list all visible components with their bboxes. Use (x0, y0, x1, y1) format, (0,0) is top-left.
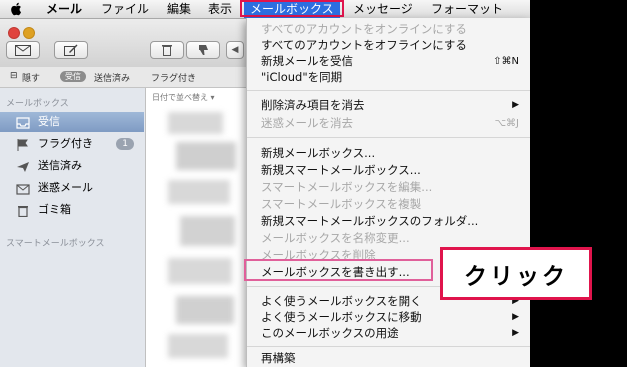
sidebar: メールボックス 受信 フラグ付き 1 送信済み 迷惑メール ゴミ箱 スマートメー… (0, 88, 146, 367)
flag-icon (16, 138, 30, 151)
sidebar-item-sent[interactable]: 送信済み (0, 156, 144, 176)
blurred-message-preview (176, 296, 234, 324)
sidebar-section-smart-mailboxes: スマートメールボックス (6, 239, 105, 249)
sidebar-item-flagged[interactable]: フラグ付き 1 (0, 134, 144, 154)
junk-button[interactable] (186, 41, 220, 59)
shortcut-label: ⌥⌘J (494, 118, 519, 129)
menu-item-accounts-online[interactable]: すべてのアカウントをオンラインにする (247, 22, 530, 37)
sidebar-item-label: ゴミ箱 (38, 203, 71, 216)
submenu-arrow-icon: ▶ (512, 100, 519, 110)
menu-bar: メール ファイル 編集 表示 メールボックス メッセージ フォーマット (0, 0, 530, 19)
menu-item-edit-smart-mailbox[interactable]: スマートメールボックスを編集... (247, 180, 530, 195)
sidebar-item-junk[interactable]: 迷惑メール (0, 178, 144, 198)
menu-item-erase-deleted[interactable]: 削除済み項目を消去 ▶ (247, 98, 530, 113)
blurred-message-preview (168, 334, 228, 358)
sidebar-item-inbox[interactable]: 受信 (0, 112, 144, 132)
submenu-arrow-icon: ▶ (512, 328, 519, 338)
menu-item-new-mailbox[interactable]: 新規メールボックス... (247, 146, 530, 161)
trash-icon (162, 45, 172, 56)
sidebar-item-trash[interactable]: ゴミ箱 (0, 200, 144, 220)
menu-item-use-this-mailbox-for[interactable]: このメールボックスの用途 ▶ (247, 326, 530, 341)
menu-separator (247, 346, 530, 347)
close-window-button[interactable] (8, 27, 20, 39)
sent-icon (16, 160, 30, 172)
shortcut-label: ⇧⌘N (493, 56, 519, 67)
blurred-message-preview (168, 258, 232, 284)
favorites-flagged[interactable]: フラグ付き (151, 71, 196, 84)
menu-item-sync-icloud[interactable]: "iCloud"を同期 (247, 70, 530, 85)
menu-item-new-smart-mailbox[interactable]: 新規スマートメールボックス... (247, 163, 530, 178)
blurred-message-preview (168, 112, 223, 134)
message-list[interactable]: 日付で並べ替え ▾ (146, 88, 246, 367)
sidebar-section-mailboxes: メールボックス (6, 99, 69, 109)
menu-item-duplicate-smart-mailbox[interactable]: スマートメールボックスを複製 (247, 197, 530, 212)
junk-icon (16, 182, 30, 195)
compose-icon (64, 44, 78, 56)
minimize-window-button[interactable] (23, 27, 35, 39)
blurred-message-preview (168, 180, 230, 204)
inbox-icon (16, 116, 30, 129)
menu-separator (247, 137, 530, 138)
favorites-inbox[interactable]: 受信 (60, 71, 86, 82)
menu-view[interactable]: 表示 (208, 0, 232, 18)
menu-item-rebuild[interactable]: 再構築 (247, 351, 530, 366)
apple-menu-icon[interactable] (10, 0, 24, 18)
menu-item-move-to-favorite-mailbox[interactable]: よく使うメールボックスに移動 ▶ (247, 310, 530, 325)
sort-by-date-label[interactable]: 日付で並べ替え ▾ (152, 92, 215, 103)
menu-item-rename-mailbox[interactable]: メールボックスを名称変更... (247, 231, 530, 246)
click-callout: クリック (440, 247, 592, 300)
sidebar-item-label: フラグ付き (38, 137, 93, 150)
delete-button[interactable] (150, 41, 184, 59)
unread-count-badge: 1 (116, 138, 134, 150)
sidebar-item-label: 迷惑メール (38, 181, 93, 194)
menu-item-erase-junk[interactable]: 迷惑メールを消去 ⌥⌘J (247, 116, 530, 131)
menu-edit[interactable]: 編集 (167, 0, 191, 18)
reply-button[interactable]: ◀ (226, 41, 244, 59)
hide-icon: ⊟ (10, 71, 18, 81)
menu-message[interactable]: メッセージ (353, 0, 413, 18)
menu-mailbox[interactable]: メールボックス (244, 0, 340, 18)
trash-icon (16, 204, 30, 218)
sidebar-item-label: 受信 (38, 115, 60, 128)
favorites-hide[interactable]: 隠す (22, 71, 40, 84)
menu-file[interactable]: ファイル (101, 0, 149, 18)
reply-arrow-icon: ◀ (231, 45, 239, 55)
envelope-icon (15, 44, 31, 56)
menu-item-accounts-offline[interactable]: すべてのアカウントをオフラインにする (247, 38, 530, 53)
thumbs-down-icon (199, 45, 208, 55)
menu-separator (247, 90, 530, 91)
favorites-sent[interactable]: 送信済み (94, 71, 130, 84)
blurred-message-preview (180, 216, 235, 246)
screen: メール ファイル 編集 表示 メールボックス メッセージ フォーマット ◀ ⊟ … (0, 0, 530, 367)
menu-item-get-new-mail[interactable]: 新規メールを受信 ⇧⌘N (247, 54, 530, 69)
menu-item-new-smart-mailbox-folder[interactable]: 新規スマートメールボックスのフォルダ... (247, 214, 530, 229)
mailbox-dropdown-menu: すべてのアカウントをオンラインにする すべてのアカウントをオフラインにする 新規… (246, 18, 530, 367)
get-mail-button[interactable] (6, 41, 40, 59)
compose-button[interactable] (54, 41, 88, 59)
submenu-arrow-icon: ▶ (512, 312, 519, 322)
blurred-message-preview (176, 142, 236, 170)
menu-app-name[interactable]: メール (46, 0, 82, 18)
menu-format[interactable]: フォーマット (431, 0, 503, 18)
sidebar-item-label: 送信済み (38, 159, 82, 172)
